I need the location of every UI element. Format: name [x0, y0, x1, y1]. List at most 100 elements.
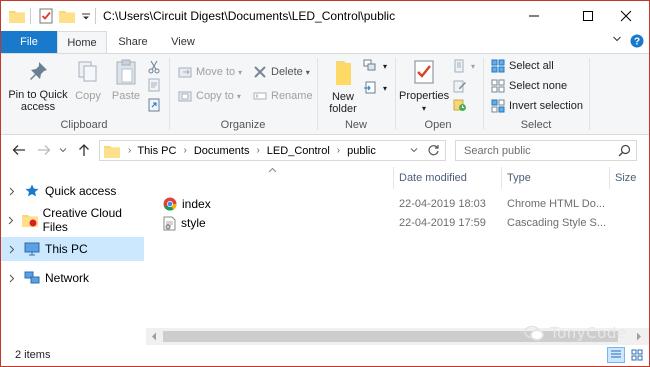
- open-group-label: Open: [424, 119, 452, 131]
- svg-text:?: ?: [634, 37, 640, 48]
- forward-arrow-icon[interactable]: [36, 142, 52, 158]
- edit-button[interactable]: [453, 77, 471, 95]
- paste-shortcut-icon: [147, 98, 161, 112]
- tab-view[interactable]: View: [163, 31, 203, 53]
- folder-icon: [9, 7, 25, 25]
- new-item-button[interactable]: ▾: [363, 57, 387, 75]
- edit-icon: [453, 79, 467, 93]
- expand-chevron-icon[interactable]: [1, 274, 23, 283]
- ribbon: Pin to Quick access Copy Paste Clipboard…: [1, 53, 649, 135]
- new-item-icon: [363, 59, 379, 73]
- wechat-icon: [524, 325, 544, 342]
- star-icon: [23, 184, 41, 198]
- quick-access-dropdown-icon[interactable]: [81, 7, 91, 25]
- easy-access-button[interactable]: ▾: [363, 79, 387, 97]
- status-bar: 2 items: [1, 345, 649, 366]
- copy-path-icon: [147, 78, 161, 92]
- address-dropdown-icon[interactable]: [410, 147, 418, 153]
- history-button[interactable]: [453, 96, 471, 114]
- nav-item-this-pc[interactable]: This PC: [1, 237, 144, 261]
- select-all-button[interactable]: Select all: [491, 57, 554, 75]
- breadcrumb-documents[interactable]: Documents: [194, 145, 250, 157]
- pin-label: Pin to Quick access: [8, 89, 68, 113]
- pin-to-quick-access-button[interactable]: Pin to Quick access: [6, 60, 70, 113]
- breadcrumb-led-control[interactable]: LED_Control: [267, 145, 330, 157]
- search-box[interactable]: Search public: [455, 140, 637, 161]
- network-icon: [23, 271, 41, 285]
- open-button[interactable]: ▾: [453, 57, 475, 75]
- file-row[interactable]: index 22-04-2019 18:03 Chrome HTML Do...: [146, 194, 636, 214]
- clipboard-icon: [116, 59, 136, 85]
- delete-x-icon: [253, 65, 267, 79]
- copy-path-button[interactable]: [147, 76, 165, 94]
- select-none-button[interactable]: Select none: [491, 77, 567, 95]
- navigation-pane: Quick access Creative Cloud Files This P…: [1, 167, 146, 343]
- collapse-ribbon-icon[interactable]: [612, 34, 622, 44]
- large-icons-view-icon[interactable]: [628, 347, 646, 363]
- up-arrow-icon[interactable]: [76, 142, 92, 158]
- move-to-icon: [178, 65, 192, 79]
- history-icon: [453, 98, 467, 112]
- paste-shortcut-button[interactable]: [147, 96, 165, 114]
- properties-quick-icon[interactable]: [38, 7, 54, 25]
- file-type: Cascading Style S...: [507, 217, 607, 229]
- copy-button[interactable]: Copy: [73, 60, 103, 102]
- details-view-icon[interactable]: [607, 347, 625, 363]
- expand-chevron-icon[interactable]: [1, 187, 23, 196]
- rename-button[interactable]: Rename: [253, 87, 313, 105]
- new-folder-button[interactable]: New folder: [323, 59, 363, 115]
- move-to-button[interactable]: Move to ▾: [178, 63, 242, 81]
- paste-button[interactable]: Paste: [109, 58, 143, 102]
- address-folder-icon: [104, 144, 120, 158]
- refresh-icon[interactable]: [427, 144, 440, 157]
- select-all-icon: [491, 59, 505, 73]
- file-date: 22-04-2019 18:03: [399, 198, 486, 210]
- file-row[interactable]: style 22-04-2019 17:59 Cascading Style S…: [146, 213, 636, 233]
- file-date: 22-04-2019 17:59: [399, 217, 486, 229]
- scroll-right-icon[interactable]: [636, 332, 642, 341]
- breadcrumb-this-pc[interactable]: This PC: [137, 145, 176, 157]
- minimize-button[interactable]: [511, 1, 557, 31]
- search-icon: [618, 144, 631, 157]
- help-icon[interactable]: ?: [630, 34, 644, 48]
- properties-icon: [414, 60, 434, 84]
- computer-icon: [23, 242, 41, 256]
- nav-item-creative-cloud[interactable]: Creative Cloud Files: [1, 206, 144, 234]
- nav-item-network[interactable]: Network: [1, 266, 144, 290]
- nav-item-quick-access[interactable]: Quick access: [1, 179, 144, 203]
- scissors-icon: [147, 60, 161, 74]
- copy-to-button[interactable]: Copy to ▾: [178, 87, 241, 105]
- expand-chevron-icon[interactable]: [1, 216, 22, 225]
- expand-chevron-icon[interactable]: [1, 245, 23, 254]
- file-name: style: [181, 216, 206, 230]
- delete-button[interactable]: Delete ▾: [253, 63, 310, 81]
- new-folder-icon: [336, 61, 351, 85]
- column-size[interactable]: Size: [615, 167, 636, 189]
- properties-button[interactable]: Properties ▾: [399, 59, 449, 115]
- new-group-label: New: [344, 119, 367, 131]
- copy-to-icon: [178, 89, 192, 103]
- file-name: index: [182, 197, 211, 211]
- tab-file[interactable]: File: [1, 31, 57, 53]
- chrome-icon: [163, 197, 177, 211]
- address-bar[interactable]: › This PC › Documents › LED_Control › pu…: [99, 140, 446, 161]
- back-arrow-icon[interactable]: [11, 142, 27, 158]
- invert-selection-button[interactable]: Invert selection: [491, 97, 583, 115]
- open-icon: [453, 59, 467, 73]
- file-list: Date modified Type Size index 22-04-2019…: [146, 167, 649, 343]
- column-type[interactable]: Type: [507, 167, 531, 189]
- paste-label: Paste: [111, 90, 141, 102]
- scroll-left-icon[interactable]: [151, 332, 157, 341]
- column-date-modified[interactable]: Date modified: [399, 167, 467, 189]
- window-title: C:\Users\Circuit Digest\Documents\LED_Co…: [103, 9, 396, 23]
- tab-home[interactable]: Home: [57, 31, 107, 54]
- recent-locations-icon[interactable]: [57, 142, 69, 158]
- watermark: TonyCode: [524, 324, 627, 342]
- breadcrumb-public[interactable]: public: [347, 145, 376, 157]
- cut-button[interactable]: [147, 58, 165, 76]
- search-input[interactable]: Search public: [464, 145, 531, 157]
- new-folder-quick-icon[interactable]: [59, 7, 75, 25]
- tab-share[interactable]: Share: [111, 31, 155, 53]
- close-button[interactable]: [603, 1, 649, 31]
- ribbon-tabs: File Home Share View ?: [1, 31, 649, 54]
